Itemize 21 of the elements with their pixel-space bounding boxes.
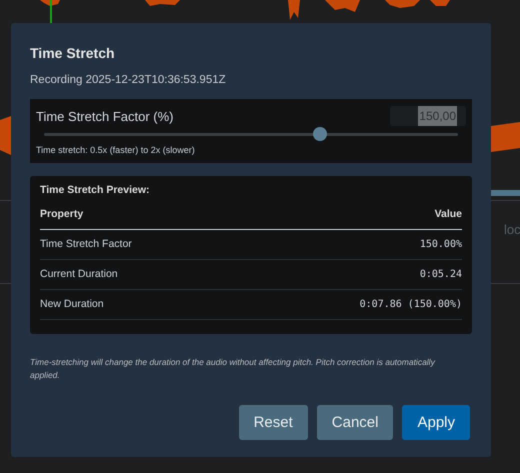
column-header: Value	[434, 206, 462, 222]
dialog-button[interactable]: Cancel	[316, 405, 394, 440]
range-hint: Time stretch: 0.5x (faster) to 2x (slower)	[36, 144, 196, 158]
column-header: Property	[40, 206, 84, 222]
preview-title: Time Stretch Preview:	[40, 183, 151, 198]
property-cell-text: New Duration	[40, 296, 104, 312]
value-cell-text: 150.00%	[420, 238, 462, 252]
track-label: loc	[504, 221, 520, 239]
dialog-title: Time Stretch	[30, 44, 116, 63]
slider-thumb[interactable]	[313, 126, 328, 141]
apply-button[interactable]: Apply	[402, 405, 470, 440]
property-cell-text: Current Duration	[40, 266, 118, 282]
recording-name: Recording 2025-12-23T10:36:53.951Z	[30, 73, 227, 88]
property-cell-text: Time Stretch Factor	[40, 236, 132, 252]
playhead-line	[50, 0, 52, 23]
value-cell-text: 0:05.24	[420, 268, 462, 282]
value-cell-text: 0:07.86 (150.00%)	[360, 298, 462, 312]
factor-input[interactable]: 150,00	[390, 106, 466, 126]
dialog-button[interactable]: Reset	[238, 405, 308, 440]
factor-label: Time Stretch Factor (%)	[36, 108, 174, 126]
note-text: Time-stretching will change the duration of the audio without affecting pitch. Pitch correction is automatically applied.	[30, 356, 436, 382]
